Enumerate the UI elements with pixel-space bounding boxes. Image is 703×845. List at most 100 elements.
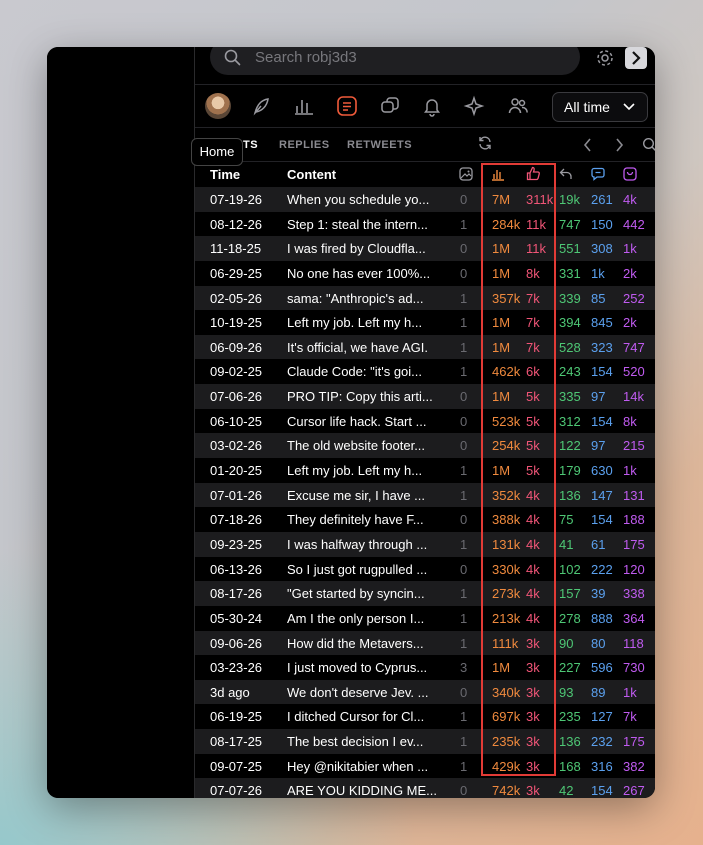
cell-media-count: 0 [460,684,468,700]
list-icon[interactable] [335,94,359,118]
chat-bubbles-icon[interactable] [379,95,401,117]
cell-replies: 80 [591,635,606,651]
table-row[interactable]: 06-09-26 It's official, we have AGI. 1 1M 7k… [195,334,655,360]
cell-views: 697k [492,709,521,725]
thumbs-up-icon[interactable] [526,166,541,181]
cell-views: 462k [492,364,521,380]
cell-retweets: 157 [559,586,581,602]
bar-chart-icon[interactable] [491,167,505,181]
feather-icon[interactable] [250,95,272,117]
reply-arrow-icon[interactable] [559,168,572,180]
table-row[interactable]: 05-30-24 Am I the only person I... 1 213k 4k… [195,606,655,631]
table-row[interactable]: 03-02-26 The old website footer... 0 254k 5k… [195,433,655,459]
table-row[interactable]: 03-23-26 I just moved to Cyprus... 3 1M 3k 22… [195,655,655,680]
column-content[interactable]: Content [287,167,336,182]
refresh-icon[interactable] [478,136,492,150]
table-row[interactable]: 07-07-26 ARE YOU KIDDING ME... 0 742k 3k 42 15… [195,778,655,798]
bookmark-icon[interactable] [623,167,637,181]
tab-replies[interactable]: REPLIES [279,139,330,151]
table-row[interactable]: 08-12-26 Step 1: steal the intern... 1 284k… [195,212,655,237]
cell-views: 1M [492,463,511,479]
table-row[interactable]: 09-06-26 How did the Metavers... 1 111k 3k 90… [195,630,655,656]
divider [195,84,655,85]
cell-media-count: 0 [460,783,468,798]
table-row[interactable]: 02-05-26 sama: "Anthropic's ad... 1 357k 7k 3… [195,285,655,311]
cell-content: "Get started by syncin... [287,586,425,602]
table-row[interactable]: 3d ago We don't deserve Jev. ... 0 340k 3k 93… [195,679,655,705]
table-row[interactable]: 08-17-25 The best decision I ev... 1 235k 3k… [195,729,655,754]
cell-retweets: 227 [559,660,581,676]
cell-replies: 596 [591,660,613,676]
table-row[interactable]: 01-20-25 Left my job. Left my h... 1 1M 5k 17… [195,458,655,483]
table-row[interactable]: 08-17-26 "Get started by syncin... 1 273k 4k… [195,581,655,606]
cell-likes: 3k [526,709,540,725]
sparkle-star-icon[interactable] [463,95,485,117]
avatar[interactable] [205,93,231,119]
cell-media-count: 1 [460,635,468,651]
table-row[interactable]: 10-19-25 Left my job. Left my h... 1 1M 7k 39… [195,310,655,335]
cell-bookmarks: 747 [623,339,645,355]
table-row[interactable]: 07-06-26 PRO TIP: Copy this arti... 0 1M 5k 3… [195,384,655,409]
cell-bookmarks: 188 [623,512,645,528]
bell-icon[interactable] [421,95,443,117]
table-row[interactable]: 09-02-25 Claude Code: "it's goi... 1 462k 6k… [195,359,655,384]
next-button[interactable] [625,47,647,69]
table-row[interactable]: 11-18-25 I was fired by Cloudfla... 0 1M 11k… [195,236,655,261]
search-input[interactable]: Search robj3d3 [210,47,580,75]
divider [195,161,655,162]
cell-retweets: 136 [559,487,581,503]
cell-retweets: 528 [559,339,581,355]
cell-replies: 150 [591,216,613,232]
cell-views: 131k [492,536,521,552]
cell-likes: 4k [526,487,540,503]
chevron-right-icon[interactable] [614,138,624,152]
cell-retweets: 41 [559,536,574,552]
cell-bookmarks: 175 [623,536,645,552]
image-icon[interactable] [459,167,473,181]
time-range-select[interactable]: All time [552,92,648,122]
cell-views: 273k [492,586,521,602]
table-row[interactable]: 06-10-25 Cursor life hack. Start ... 0 523k… [195,409,655,434]
bar-chart-icon[interactable] [293,95,315,117]
cell-time: 3d ago [210,684,250,700]
time-range-label: All time [564,99,610,115]
cell-retweets: 243 [559,364,581,380]
table-row[interactable]: 09-07-25 Hey @nikitabier when ... 1 429k 3k 1… [195,754,655,779]
table-row[interactable]: 06-19-25 I ditched Cursor for Cl... 1 697k 3… [195,704,655,729]
table-row[interactable]: 07-19-26 When you schedule yo... 0 7M 311k 19… [195,187,655,212]
cell-media-count: 1 [460,536,468,552]
table-row[interactable]: 06-29-25 No one has ever 100%... 0 1M 8k 331 1… [195,261,655,286]
chevron-left-icon[interactable] [583,138,593,152]
table-row[interactable]: 09-23-25 I was halfway through ... 1 131k 4k… [195,531,655,557]
users-icon[interactable] [507,95,529,117]
table-row[interactable]: 06-13-26 So I just got rugpulled ... 0 330k… [195,557,655,582]
table-row[interactable]: 07-01-26 Excuse me sir, I have ... 1 352k 4k… [195,482,655,508]
cell-views: 1M [492,660,511,676]
tab-retweets[interactable]: RETWEETS [347,139,412,151]
cell-likes: 3k [526,635,540,651]
cell-time: 06-13-26 [210,561,263,577]
cell-content: The old website footer... [287,438,426,454]
cell-time: 06-19-25 [210,709,263,725]
cell-content: Left my job. Left my h... [287,463,423,479]
gear-icon[interactable] [595,48,615,68]
cell-content: No one has ever 100%... [287,265,431,281]
cell-time: 10-19-25 [210,315,263,331]
comment-icon[interactable] [591,167,605,181]
cell-content: PRO TIP: Copy this arti... [287,389,433,405]
cell-content: Cursor life hack. Start ... [287,413,427,429]
search-icon [224,49,241,66]
table-row[interactable]: 07-18-26 They definitely have F... 0 388k 4k… [195,507,655,532]
cell-views: 1M [492,265,511,281]
search-icon[interactable] [642,137,655,152]
cell-media-count: 0 [460,438,468,454]
cell-bookmarks: 4k [623,192,637,207]
cell-media-count: 0 [460,512,468,528]
cell-bookmarks: 442 [623,216,645,232]
cell-content: sama: "Anthropic's ad... [287,290,424,306]
cell-replies: 845 [591,315,613,331]
cell-views: 284k [492,216,521,232]
column-time[interactable]: Time [210,167,240,182]
tab-posts[interactable]: TS [243,139,258,151]
cell-content: So I just got rugpulled ... [287,561,428,577]
